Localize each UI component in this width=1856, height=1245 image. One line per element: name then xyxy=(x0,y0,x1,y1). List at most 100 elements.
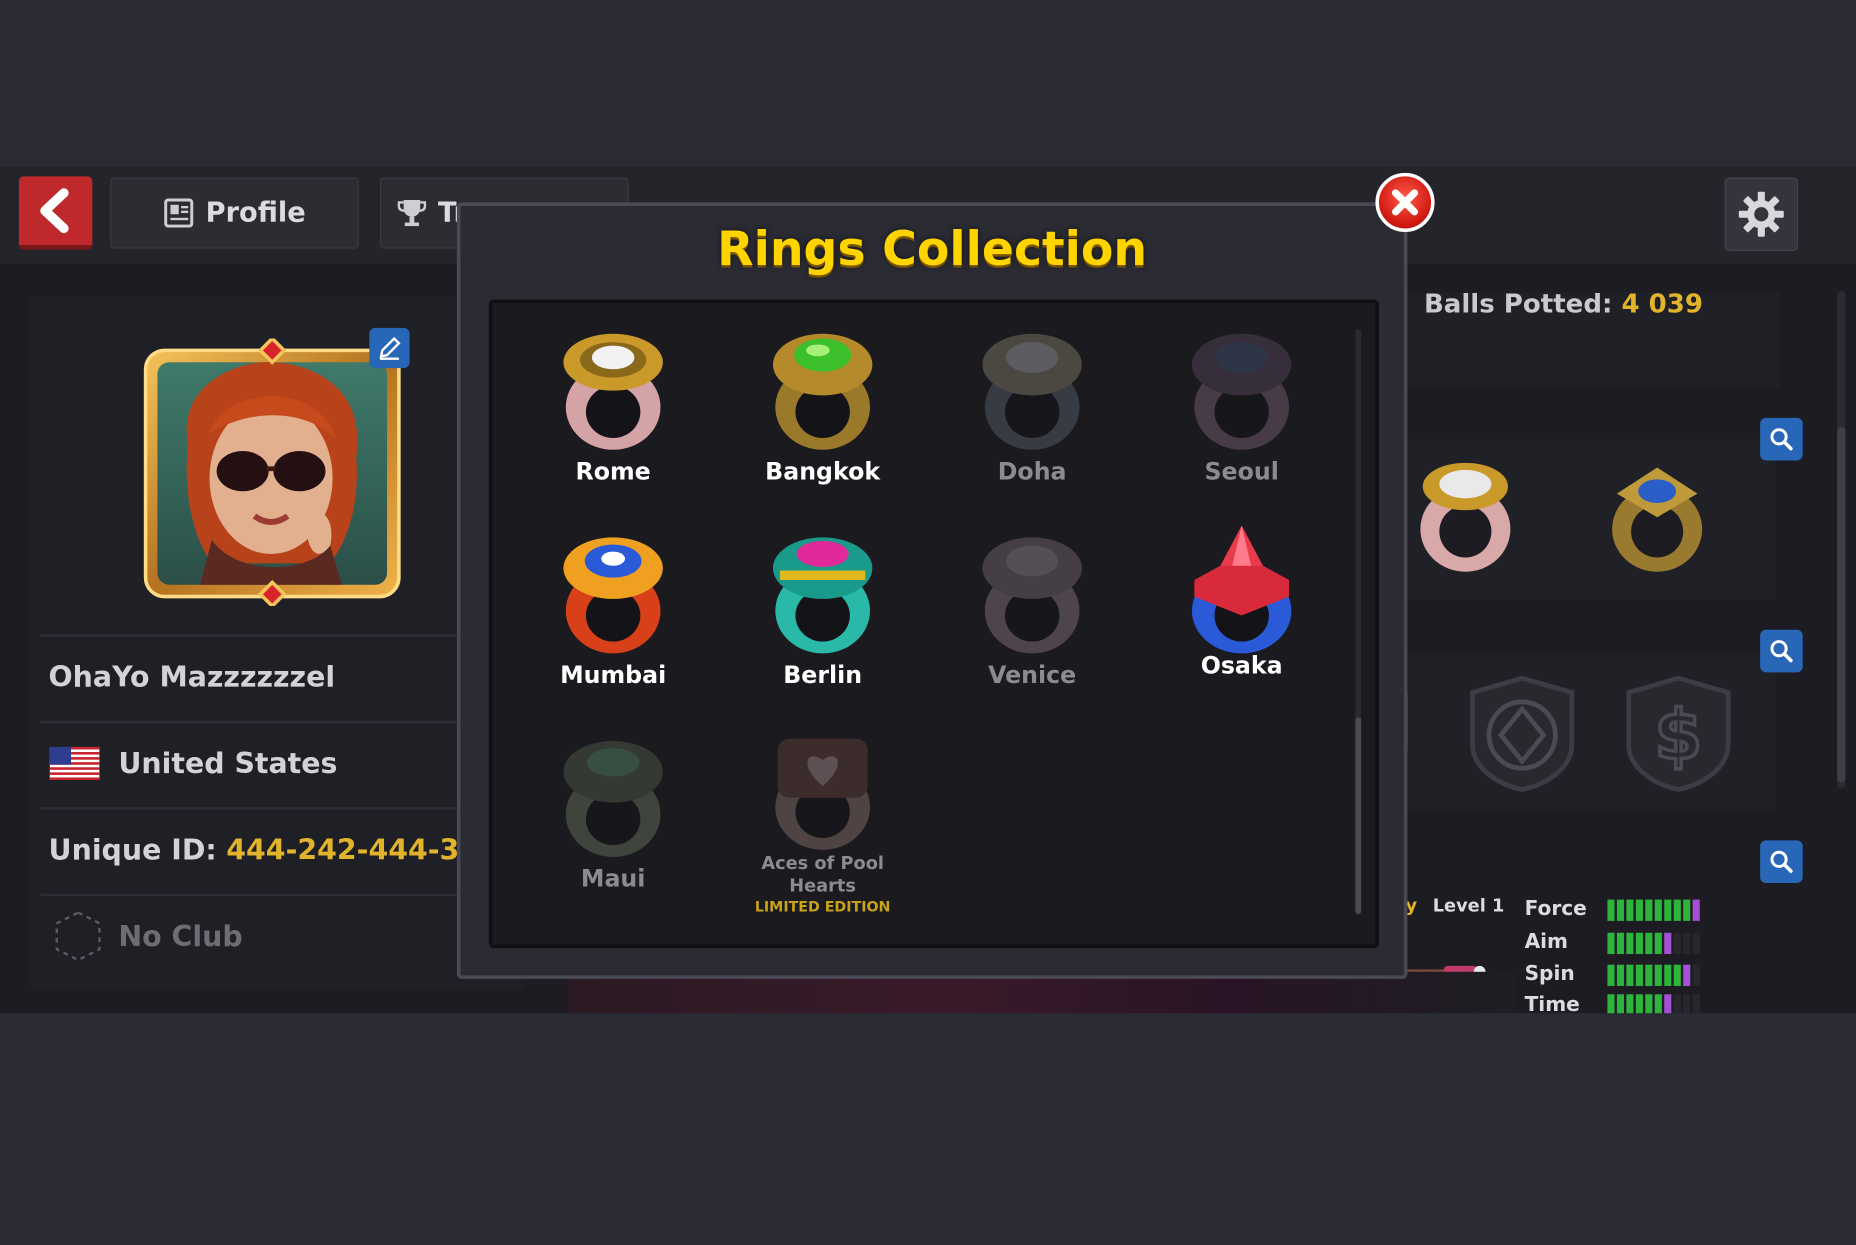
stat-segment xyxy=(1683,964,1691,986)
spin-bar xyxy=(1607,964,1700,986)
ring-name: Seoul xyxy=(1204,456,1279,486)
rings-search-button[interactable] xyxy=(1760,417,1803,461)
club-row[interactable]: No Club xyxy=(40,893,514,977)
aces-hearts-ring-icon xyxy=(775,738,870,850)
force-label: Force xyxy=(1524,897,1587,921)
stat-segment xyxy=(1645,994,1653,1014)
stat-segment xyxy=(1664,932,1672,955)
rome-ring-icon xyxy=(563,333,663,450)
ring-venice[interactable]: Venice xyxy=(937,533,1126,689)
pencil-icon xyxy=(379,336,401,360)
ring-maui[interactable]: Maui xyxy=(518,736,707,892)
country-name: United States xyxy=(118,746,338,781)
time-label: Time xyxy=(1524,993,1580,1014)
stat-segment xyxy=(1664,994,1672,1014)
stat-segment xyxy=(1607,994,1615,1014)
stat-segment xyxy=(1692,994,1700,1014)
ring-berlin[interactable]: Berlin xyxy=(728,533,917,689)
time-bar xyxy=(1607,994,1700,1014)
stat-segment xyxy=(1673,994,1681,1014)
stat-segment xyxy=(1683,899,1691,921)
country-row: United States xyxy=(40,720,514,804)
stat-segment xyxy=(1645,899,1653,921)
ring-seoul[interactable]: Seoul xyxy=(1147,329,1336,485)
stat-segment xyxy=(1626,932,1634,955)
ring-name-line2: Hearts xyxy=(789,874,856,897)
aim-bar xyxy=(1607,932,1700,955)
stat-segment xyxy=(1692,899,1700,921)
stat-segment xyxy=(1654,932,1662,955)
stat-segment xyxy=(1692,932,1700,955)
bangkok-ring-icon xyxy=(772,333,873,450)
search-icon xyxy=(1770,428,1793,451)
unique-id-label: Unique ID: xyxy=(48,833,217,867)
stat-segment xyxy=(1607,899,1615,921)
ring-doha[interactable]: Doha xyxy=(937,329,1126,485)
stat-segment xyxy=(1607,964,1615,986)
osaka-ring-icon xyxy=(1191,525,1292,654)
ring-osaka[interactable]: Osaka xyxy=(1147,523,1336,679)
ring-mumbai[interactable]: Mumbai xyxy=(518,533,707,689)
ring-rome[interactable]: Rome xyxy=(518,329,707,485)
stat-segment xyxy=(1616,899,1624,921)
tab-profile[interactable]: Profile xyxy=(110,177,359,249)
spin-label: Spin xyxy=(1524,962,1575,986)
rings-scrollbar-thumb[interactable] xyxy=(1355,717,1362,914)
club-shield-icon xyxy=(55,911,101,962)
unique-id-value[interactable]: 444-242-444-3 xyxy=(226,833,459,866)
rings-grid: Rome Bangkok Doha Seoul Mumbai Berlin Ve… xyxy=(488,299,1379,949)
ring-name: Osaka xyxy=(1200,651,1283,680)
rings-collection-modal: Rings Collection Rome Bangkok Doha Seoul… xyxy=(456,202,1408,979)
doha-ring-icon xyxy=(982,333,1082,450)
stat-segment xyxy=(1654,994,1662,1014)
profile-card-icon xyxy=(163,198,193,228)
stat-segment xyxy=(1673,899,1681,921)
chevron-left-icon xyxy=(40,188,69,234)
cue-level: ry Level 1 xyxy=(1397,895,1505,916)
badges-preview-box[interactable]: $ xyxy=(1389,652,1776,812)
stat-segment xyxy=(1673,932,1681,955)
venice-ring-icon xyxy=(982,537,1082,654)
stat-segment xyxy=(1626,964,1634,986)
close-button[interactable] xyxy=(1375,172,1435,232)
search-icon xyxy=(1770,850,1793,873)
ring-bangkok[interactable]: Bangkok xyxy=(728,329,917,485)
dollar-badge-icon: $ xyxy=(1626,675,1731,792)
rome-ring-icon xyxy=(1420,462,1511,572)
page-scrollbar-thumb[interactable] xyxy=(1837,427,1846,783)
stat-segment xyxy=(1683,932,1691,955)
stat-segment xyxy=(1635,964,1643,986)
ring-name: Rome xyxy=(575,456,651,486)
cue-level-label: Level 1 xyxy=(1432,894,1505,917)
stat-segment xyxy=(1626,994,1634,1014)
stat-segment xyxy=(1664,964,1672,986)
trophy-icon xyxy=(397,200,427,227)
stat-segment xyxy=(1645,964,1653,986)
ring-name: Maui xyxy=(580,864,646,893)
balls-potted-stat: Balls Potted: 4 039 xyxy=(1424,290,1703,320)
modal-title: Rings Collection xyxy=(717,222,1148,277)
badges-search-button[interactable] xyxy=(1760,629,1803,673)
profile-panel: OhaYo Mazzzzzzel United States Unique ID… xyxy=(28,297,526,990)
diamond-badge-icon xyxy=(1470,675,1575,792)
stat-segment xyxy=(1616,964,1624,986)
player-name-row: OhaYo Mazzzzzzel xyxy=(40,634,514,717)
ring-aces-of-pool-hearts[interactable]: Aces of Pool Hearts LIMITED EDITION xyxy=(728,729,917,915)
stat-segment xyxy=(1673,964,1681,986)
back-button[interactable] xyxy=(18,176,93,250)
stat-segment xyxy=(1635,899,1643,921)
ring-name: Bangkok xyxy=(765,456,881,486)
stat-segment xyxy=(1635,932,1643,955)
club-name: No Club xyxy=(118,919,243,953)
aim-label: Aim xyxy=(1524,930,1569,955)
avatar[interactable] xyxy=(141,338,404,607)
rings-preview-box[interactable] xyxy=(1396,439,1776,599)
search-icon xyxy=(1770,640,1793,663)
seoul-ring-icon xyxy=(1191,333,1292,450)
stat-segment xyxy=(1616,994,1624,1014)
mumbai-ring-icon xyxy=(563,537,663,654)
edit-avatar-button[interactable] xyxy=(369,327,410,369)
maui-ring-icon xyxy=(563,740,663,857)
stat-segment xyxy=(1654,964,1662,986)
ring-name: Mumbai xyxy=(560,660,667,689)
